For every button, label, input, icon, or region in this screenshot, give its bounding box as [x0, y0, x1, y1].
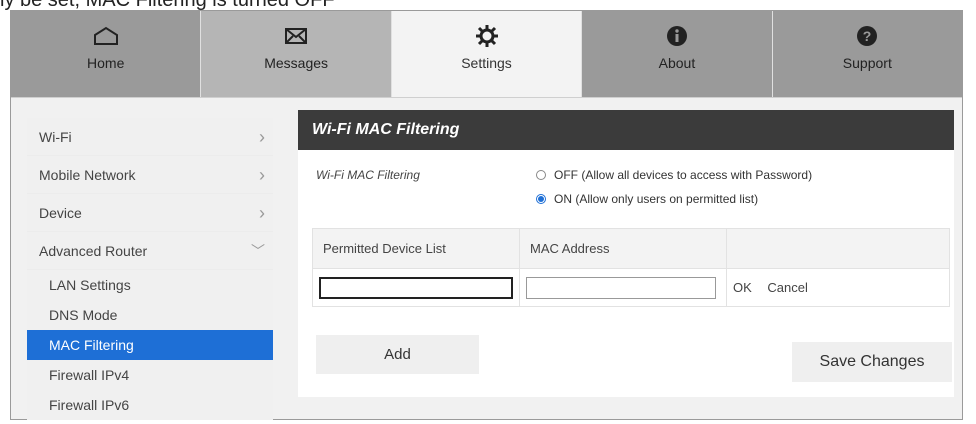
column-header: MAC Address [519, 228, 727, 269]
radio-off[interactable]: OFF (Allow all devices to access with Pa… [536, 168, 812, 182]
partial-text-top: ly be set, MAC Filtering is turned OFF [0, 0, 335, 11]
sidebar-subitem-firewall-ipv4[interactable]: Firewall IPv4 [27, 360, 273, 390]
radio-on-label: ON (Allow only users on permitted list) [554, 192, 759, 206]
nav-divider [11, 97, 962, 98]
table-row: OK Cancel [312, 268, 950, 307]
tab-label: Support [842, 55, 892, 71]
gear-icon [474, 23, 500, 49]
tab-label: About [658, 55, 696, 71]
ok-link[interactable]: OK [733, 280, 752, 295]
tab-messages[interactable]: Messages [201, 11, 392, 97]
radio-off-label: OFF (Allow all devices to access with Pa… [554, 168, 813, 182]
chevron-down-icon: ﹀ [251, 243, 265, 259]
sidebar-item-advanced-router[interactable]: Advanced Router ﹀ [27, 232, 273, 270]
sidebar-item-wifi[interactable]: Wi-Fi › [27, 118, 273, 156]
sidebar-item-device[interactable]: Device › [27, 194, 273, 232]
table-header-row: Permitted Device List MAC Address [312, 228, 950, 269]
chevron-right-icon: › [259, 165, 265, 185]
tab-about[interactable]: About [582, 11, 773, 97]
svg-text:?: ? [863, 28, 872, 44]
sidebar-subitem-mac-filtering[interactable]: MAC Filtering [27, 330, 273, 360]
chevron-right-icon: › [259, 203, 265, 223]
table-cell [519, 268, 727, 307]
mac-filtering-panel: Wi-Fi MAC Filtering Wi-Fi MAC Filtering … [298, 110, 954, 397]
info-icon [664, 23, 690, 49]
radio-on[interactable]: ON (Allow only users on permitted list) [536, 192, 758, 206]
app-frame: Home Messages Settings About ? Support W… [10, 10, 963, 420]
table-cell [312, 268, 520, 307]
sidebar-item-label: Advanced Router [39, 243, 148, 259]
sidebar-subitem-firewall-ipv6[interactable]: Firewall IPv6 [27, 390, 273, 420]
sidebar-item-label: Device [39, 205, 82, 221]
question-icon: ? [854, 23, 880, 49]
tab-home[interactable]: Home [11, 11, 202, 97]
tab-label: Home [87, 55, 125, 71]
tab-label: Messages [264, 55, 329, 71]
save-changes-button[interactable]: Save Changes [792, 342, 952, 382]
column-header: Permitted Device List [312, 228, 520, 269]
permitted-device-table: Permitted Device List MAC Address OK Can… [312, 228, 950, 307]
sidebar-subitem-dns-mode[interactable]: DNS Mode [27, 300, 273, 330]
cancel-link[interactable]: Cancel [767, 280, 807, 295]
tab-label: Settings [461, 55, 512, 71]
panel-title: Wi-Fi MAC Filtering [298, 110, 954, 150]
sidebar-item-mobile-network[interactable]: Mobile Network › [27, 156, 273, 194]
column-header [726, 228, 950, 269]
device-name-input[interactable] [319, 276, 513, 299]
radio-on-indicator[interactable] [536, 194, 546, 204]
home-icon [93, 23, 119, 49]
sidebar-subitem-lan-settings[interactable]: LAN Settings [27, 270, 273, 300]
tab-support[interactable]: ? Support [772, 11, 963, 97]
mac-address-input[interactable] [526, 276, 716, 299]
field-label: Wi-Fi MAC Filtering [316, 168, 420, 182]
sidebar: Wi-Fi › Mobile Network › Device › Advanc… [27, 118, 273, 420]
radio-off-indicator[interactable] [536, 170, 546, 180]
tab-settings[interactable]: Settings [391, 11, 583, 97]
chevron-right-icon: › [259, 127, 265, 147]
sidebar-item-label: Wi-Fi [39, 129, 72, 145]
top-nav: Home Messages Settings About ? Support [11, 11, 963, 97]
table-cell: OK Cancel [726, 268, 950, 307]
add-button[interactable]: Add [316, 335, 479, 374]
envelope-icon [283, 23, 309, 49]
sidebar-item-label: Mobile Network [39, 167, 136, 183]
